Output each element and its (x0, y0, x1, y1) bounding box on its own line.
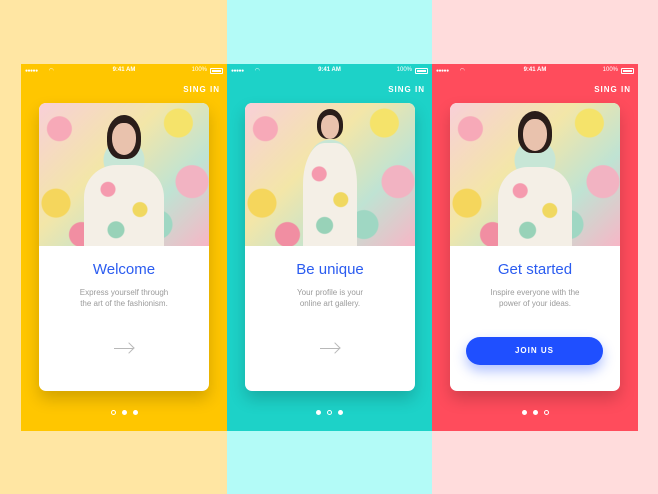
onboarding-screen-get-started: ●●●●● ◠ 9:41 AM 100% SING IN Get started… (432, 64, 638, 431)
page-dot[interactable] (338, 410, 343, 415)
sign-in-link[interactable]: SING IN (388, 85, 425, 94)
fashion-photo (450, 103, 620, 246)
card-description: Your profile is your online art gallery. (297, 288, 363, 308)
battery-percent: 100% (191, 67, 207, 73)
battery-percent: 100% (602, 67, 618, 73)
battery-percent: 100% (396, 67, 412, 73)
onboarding-card: Be unique Your profile is your online ar… (245, 103, 415, 391)
page-dot[interactable] (532, 410, 538, 415)
page-dot[interactable] (327, 410, 332, 415)
sign-in-link[interactable]: SING IN (594, 85, 631, 94)
page-dot[interactable] (316, 410, 321, 415)
fashion-photo (245, 103, 415, 246)
card-title: Welcome (92, 261, 156, 278)
fashion-photo (39, 103, 209, 246)
card-title: Be unique (296, 261, 364, 278)
page-indicator (227, 410, 432, 415)
card-description: Inspire everyone with the power of your … (490, 288, 580, 308)
status-bar: ●●●●● ◠ 9:41 AM 100% (436, 67, 634, 77)
page-dot[interactable] (121, 410, 127, 415)
status-bar: ●●●●● ◠ 9:41 AM 100% (25, 67, 223, 77)
page-indicator (21, 410, 227, 415)
join-us-button[interactable]: JOIN US (466, 337, 603, 365)
status-bar: ●●●●● ◠ 9:41 AM 100% (231, 67, 428, 77)
page-dot[interactable] (543, 410, 549, 415)
page-indicator (432, 410, 638, 415)
onboarding-screen-be-unique: ●●●●● ◠ 9:41 AM 100% SING IN Be unique Y… (227, 64, 432, 431)
onboarding-card: Get started Inspire everyone with the po… (450, 103, 620, 391)
page-dot[interactable] (132, 410, 138, 415)
onboarding-card: Welcome Express yourself through the art… (39, 103, 209, 391)
battery-icon (210, 68, 223, 74)
arrow-right-icon[interactable] (114, 342, 135, 354)
battery-icon (621, 68, 634, 74)
arrow-right-icon[interactable] (320, 342, 341, 354)
page-dot[interactable] (521, 410, 527, 415)
card-title: Get started (497, 261, 573, 278)
card-description: Express yourself through the art of the … (79, 288, 169, 308)
battery-icon (415, 68, 428, 74)
page-dot[interactable] (110, 410, 116, 415)
sign-in-link[interactable]: SING IN (183, 85, 220, 94)
onboarding-screen-welcome: ●●●●● ◠ 9:41 AM 100% SING IN Welcome Exp… (21, 64, 227, 431)
